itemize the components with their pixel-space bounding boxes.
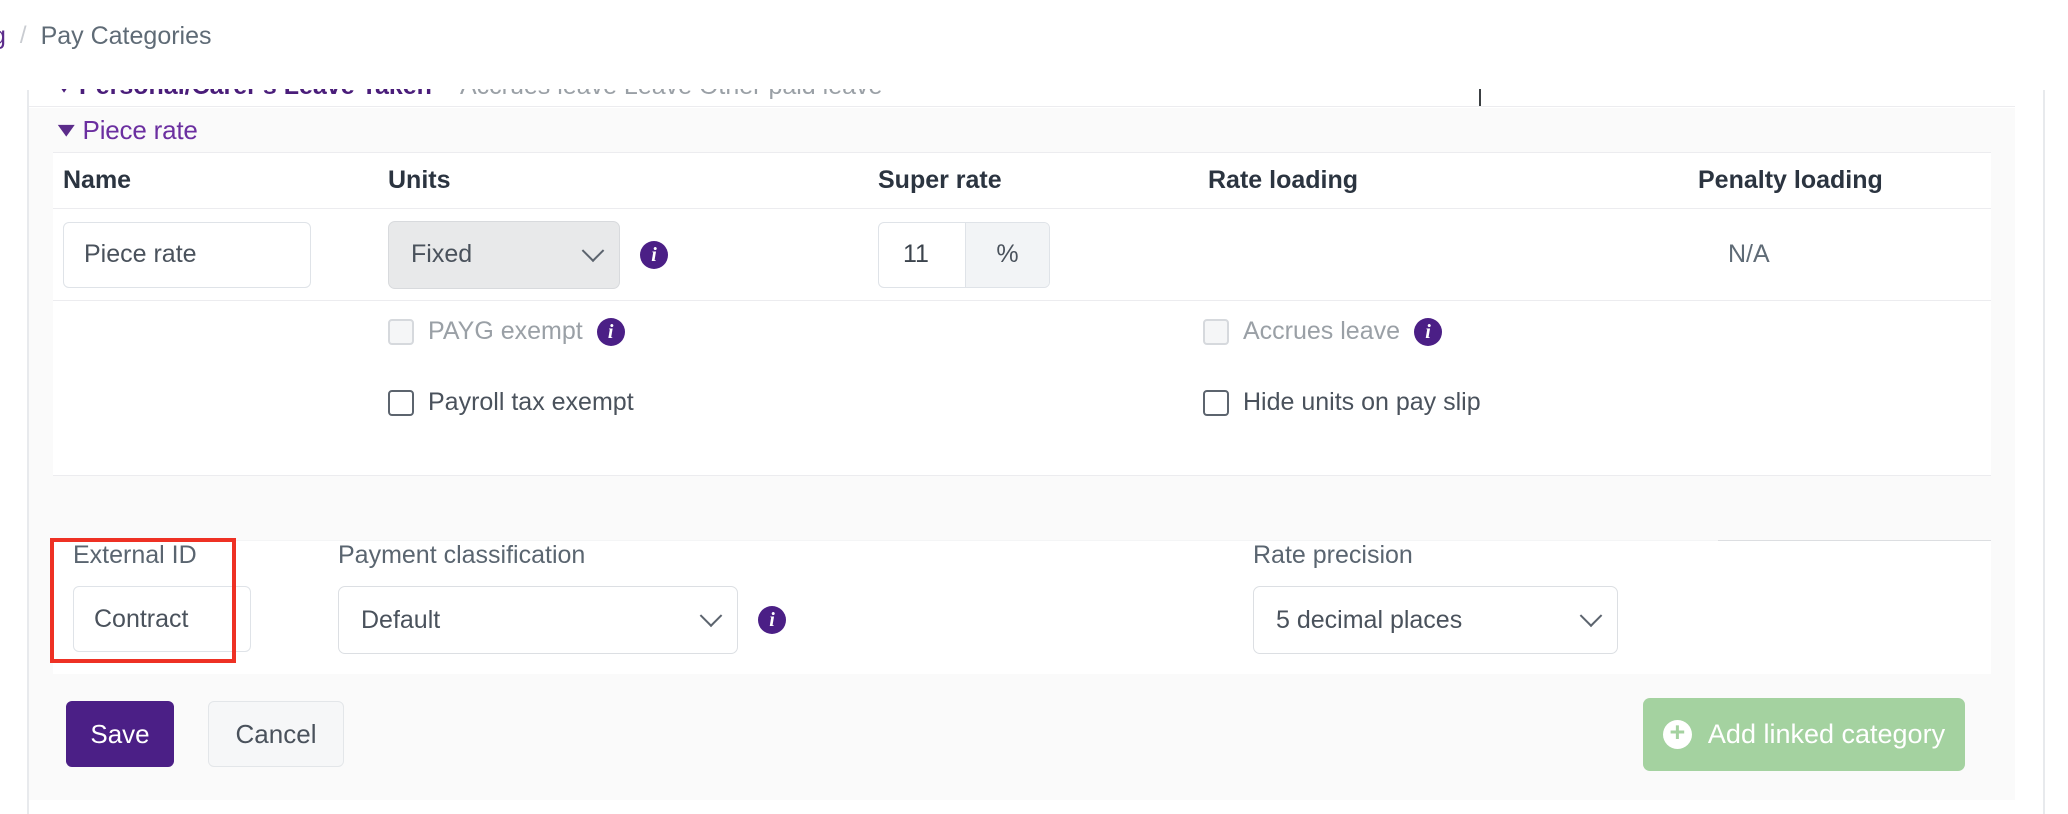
super-rate-input[interactable]: 11 xyxy=(879,223,965,287)
collapsed-row-meta: Accrues leave Leave Other paid leave xyxy=(460,89,882,101)
info-icon[interactable]: i xyxy=(1414,318,1442,346)
breadcrumb: g / Pay Categories xyxy=(0,16,212,56)
checkbox-label: Hide units on pay slip xyxy=(1243,388,1481,417)
text-caret xyxy=(1479,89,1481,106)
checkbox-box[interactable] xyxy=(388,390,414,416)
cell-penalty-loading: N/A xyxy=(1698,240,1988,269)
cell-super-rate: 11 % xyxy=(878,222,1208,288)
column-header-super-rate: Super rate xyxy=(878,166,1208,195)
save-button[interactable]: Save xyxy=(66,701,174,767)
checkbox-payroll-tax-exempt[interactable]: Payroll tax exempt xyxy=(388,388,1203,417)
breadcrumb-item-truncated[interactable]: g xyxy=(0,22,6,51)
field-label-payment-classification: Payment classification xyxy=(338,541,786,570)
options-block: PAYG exempt i Accrues leave i Payroll ta… xyxy=(53,301,1991,476)
checkbox-box[interactable] xyxy=(1203,319,1229,345)
checkbox-box[interactable] xyxy=(388,319,414,345)
field-payment-classification: Payment classification Default i xyxy=(338,541,786,654)
piece-rate-table: Name Units Super rate Rate loading Penal… xyxy=(53,152,1991,476)
cancel-button[interactable]: Cancel xyxy=(208,701,344,767)
checkbox-label: Accrues leave xyxy=(1243,317,1400,346)
column-header-penalty-loading: Penalty loading xyxy=(1698,166,1988,195)
table-header-row: Name Units Super rate Rate loading Penal… xyxy=(53,153,1991,209)
checkbox-payg-exempt[interactable]: PAYG exempt i xyxy=(388,317,1203,346)
rate-precision-select[interactable]: 5 decimal places xyxy=(1253,586,1618,654)
chevron-down-icon: ▾ xyxy=(57,89,71,99)
table-row: Piece rate Fixed i 11 % xyxy=(53,209,1991,301)
breadcrumb-item-pay-categories[interactable]: Pay Categories xyxy=(41,22,212,51)
cell-units: Fixed i xyxy=(388,221,878,289)
add-linked-category-label: Add linked category xyxy=(1708,719,1945,750)
column-header-units: Units xyxy=(388,166,878,195)
cell-name: Piece rate xyxy=(63,222,388,288)
payment-classification-select[interactable]: Default xyxy=(338,586,738,654)
section-header-piece-rate[interactable]: ▾ Piece rate xyxy=(29,108,2015,152)
payment-classification-value: Default xyxy=(361,606,440,635)
chevron-down-icon[interactable]: ▾ xyxy=(59,117,74,142)
options-row-1: PAYG exempt i Accrues leave i xyxy=(53,317,1991,388)
section-title: Piece rate xyxy=(83,115,198,146)
form-footer: Save Cancel + Add linked category xyxy=(29,674,2015,800)
rate-precision-value: 5 decimal places xyxy=(1276,606,1462,635)
breadcrumb-separator: / xyxy=(20,22,27,50)
info-icon[interactable]: i xyxy=(758,606,786,634)
field-label-external-id: External ID xyxy=(73,541,251,570)
field-external-id: External ID Contract xyxy=(73,541,251,652)
field-label-rate-precision: Rate precision xyxy=(1253,541,1618,570)
plus-circle-icon: + xyxy=(1663,720,1692,749)
units-select-value: Fixed xyxy=(411,240,472,269)
piece-rate-card: ▾ Piece rate Name Units Super rate Rate … xyxy=(29,108,2015,800)
chevron-down-icon xyxy=(700,604,723,627)
collapsed-pay-category-row[interactable]: ▾ Personal/Carer's Leave Taken Accrues l… xyxy=(29,89,2015,107)
super-rate-unit-addon: % xyxy=(965,223,1049,287)
name-input[interactable]: Piece rate xyxy=(63,222,311,288)
column-header-rate-loading: Rate loading xyxy=(1208,166,1698,195)
checkbox-label: Payroll tax exempt xyxy=(428,388,634,417)
chevron-down-icon xyxy=(1580,604,1603,627)
info-icon[interactable]: i xyxy=(640,241,668,269)
chevron-down-icon xyxy=(582,239,605,262)
options-row-2: Payroll tax exempt Hide units on pay sli… xyxy=(53,388,1991,459)
add-linked-category-button[interactable]: + Add linked category xyxy=(1643,698,1965,771)
external-id-input[interactable]: Contract xyxy=(73,586,251,652)
field-rate-precision: Rate precision 5 decimal places xyxy=(1253,541,1618,654)
checkbox-hide-units-on-pay-slip[interactable]: Hide units on pay slip xyxy=(1203,388,1481,417)
units-select[interactable]: Fixed xyxy=(388,221,620,289)
checkbox-box[interactable] xyxy=(1203,390,1229,416)
checkbox-accrues-leave[interactable]: Accrues leave i xyxy=(1203,317,1442,346)
checkbox-label: PAYG exempt xyxy=(428,317,583,346)
info-icon[interactable]: i xyxy=(597,318,625,346)
additional-settings-row: External ID Contract Payment classificat… xyxy=(53,541,1991,674)
column-header-name: Name xyxy=(63,166,388,195)
collapsed-row-title: Personal/Carer's Leave Taken xyxy=(79,89,432,101)
penalty-loading-value: N/A xyxy=(1698,240,1770,268)
super-rate-input-group[interactable]: 11 % xyxy=(878,222,1050,288)
